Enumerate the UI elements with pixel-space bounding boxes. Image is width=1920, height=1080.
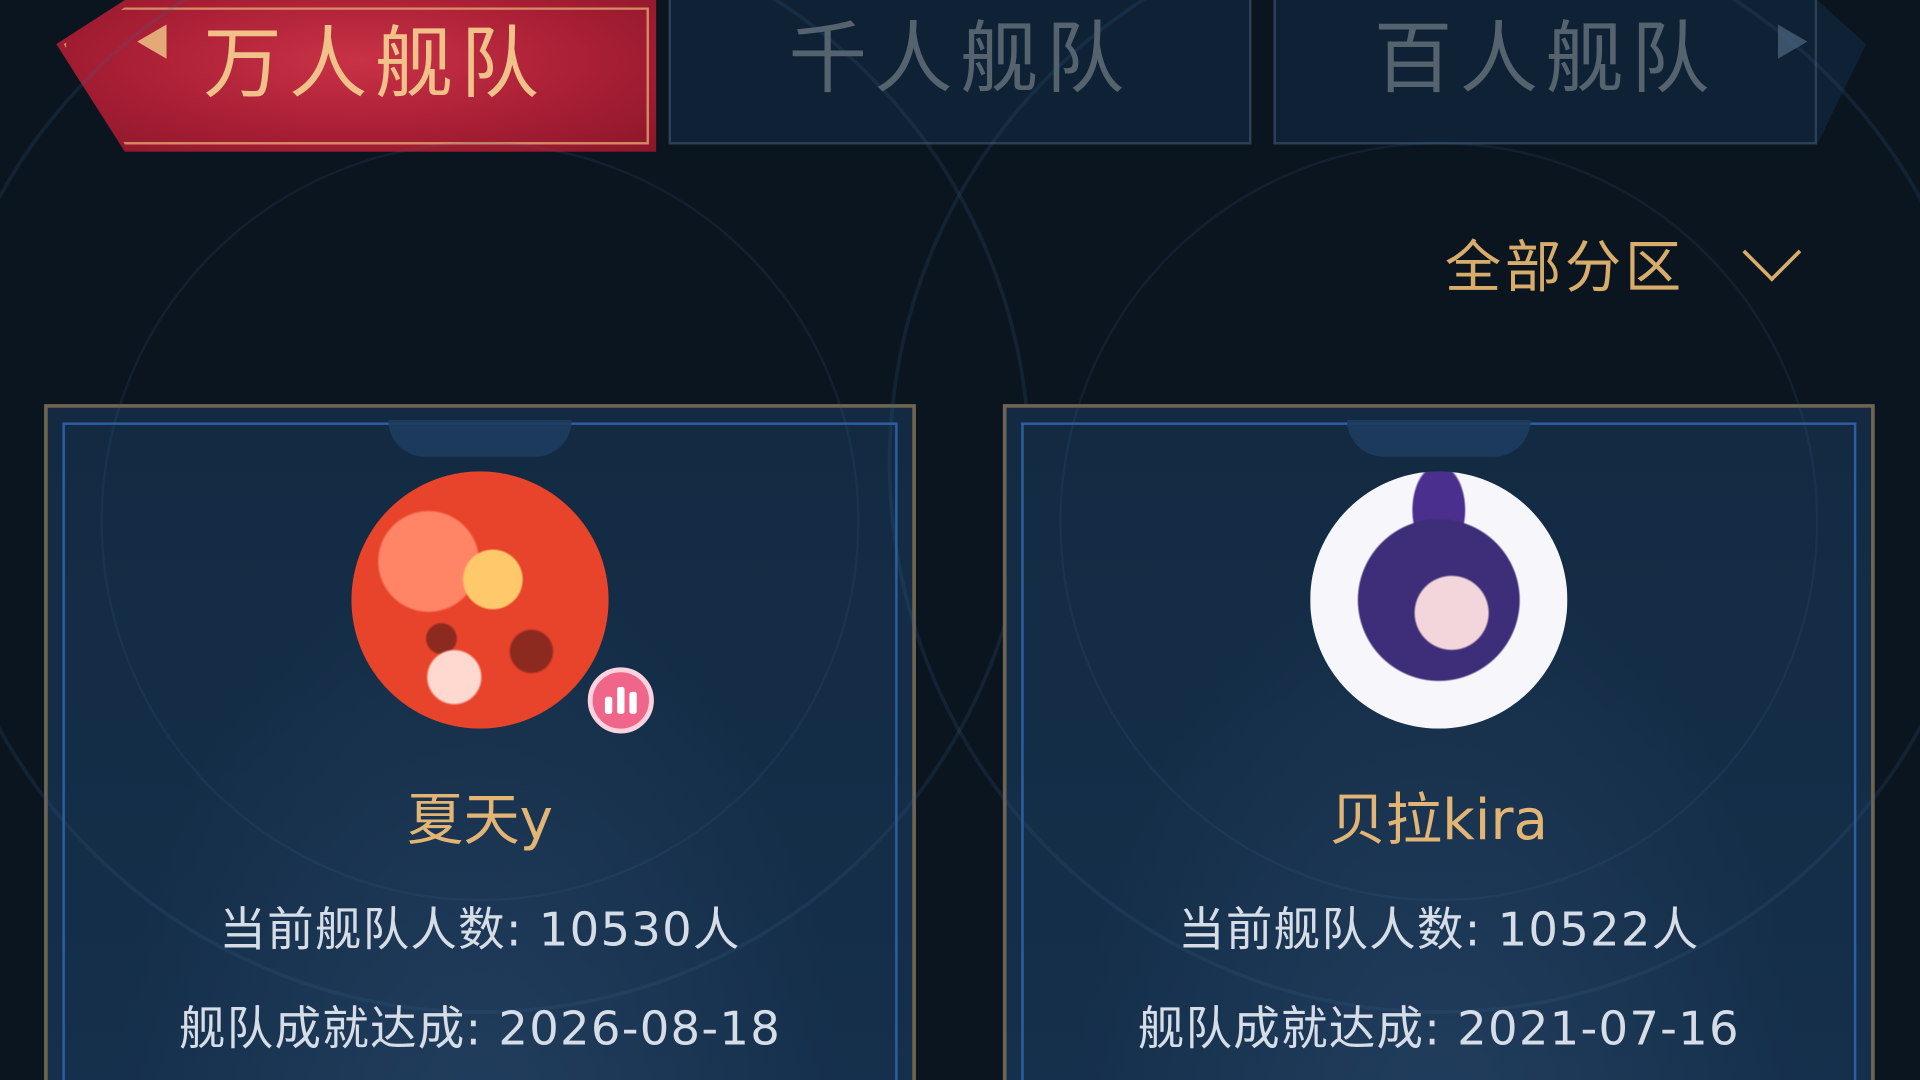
member-count-label: 当前舰队人数:: [219, 902, 539, 957]
achievement-date-label: 舰队成就达成:: [178, 1001, 499, 1056]
card-top-ornament: [1346, 420, 1531, 457]
avatar[interactable]: [351, 471, 609, 729]
fleet-member-count: 当前舰队人数: 10522人: [1007, 891, 1871, 958]
fleet-card[interactable]: 夏天y 当前舰队人数: 10530人 舰队成就达成: 2026-08-18: [0, 0, 1032, 1080]
achievement-date: 舰队成就达成: 2021-07-16: [1007, 991, 1871, 1058]
avatar[interactable]: [1310, 471, 1568, 729]
achievement-date: 舰队成就达成: 2026-08-18: [48, 991, 912, 1058]
fleet-member-count: 当前舰队人数: 10530人: [48, 891, 912, 958]
live-indicator-icon: [587, 667, 654, 734]
fleet-card[interactable]: 贝拉kira 当前舰队人数: 10522人 舰队成就达成: 2021-07-16: [887, 0, 1920, 1080]
achievement-date-value: 2021-07-16: [1457, 1001, 1740, 1056]
streamer-name[interactable]: 贝拉kira: [1007, 775, 1871, 856]
member-count-value: 10530人: [538, 902, 741, 957]
card-top-ornament: [388, 420, 572, 457]
member-count-value: 10522人: [1497, 902, 1700, 957]
achievement-date-label: 舰队成就达成:: [1137, 1001, 1458, 1056]
achievement-date-value: 2026-08-18: [498, 1001, 782, 1056]
member-count-label: 当前舰队人数:: [1178, 902, 1498, 957]
streamer-name[interactable]: 夏天y: [48, 775, 912, 856]
fleet-ranking-page: 万人舰队 千人舰队 百人舰队 全部分区 夏天y 当前舰队人数: 10530人 舰…: [0, 0, 1920, 1080]
